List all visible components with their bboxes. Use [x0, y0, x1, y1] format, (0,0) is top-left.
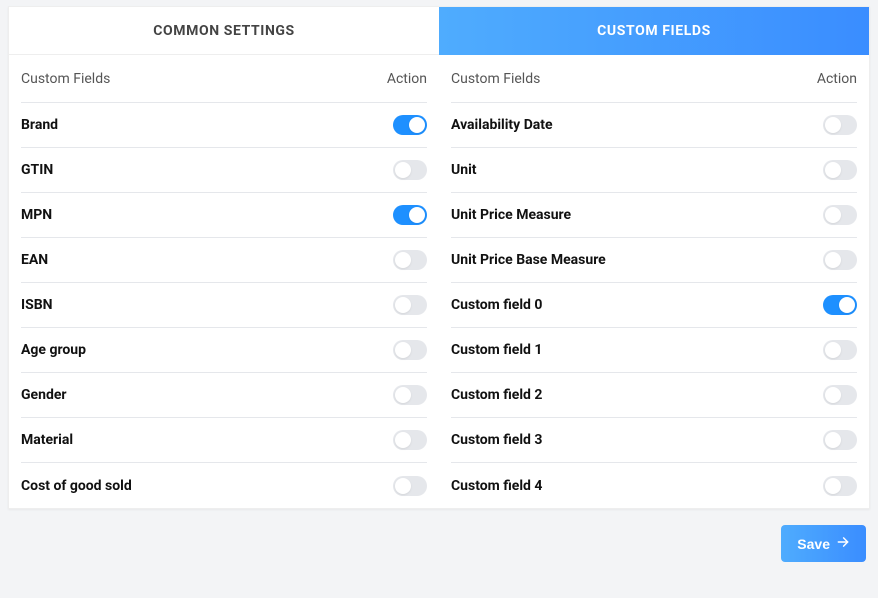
field-label: Custom field 0 [451, 297, 542, 313]
toggle-knob [395, 478, 411, 494]
field-label: Custom field 4 [451, 478, 542, 494]
left-column-header: Custom Fields Action [21, 55, 427, 103]
field-row: Unit Price Measure [451, 193, 857, 238]
field-row: Custom field 2 [451, 373, 857, 418]
field-row: Brand [21, 103, 427, 148]
field-label: ISBN [21, 297, 53, 313]
toggle-knob [825, 387, 841, 403]
settings-card: COMMON SETTINGS CUSTOM FIELDS Custom Fie… [8, 6, 870, 509]
col-header-action: Action [387, 71, 427, 87]
toggle[interactable] [393, 340, 427, 360]
toggle[interactable] [823, 476, 857, 496]
toggle[interactable] [393, 160, 427, 180]
toggle[interactable] [393, 385, 427, 405]
field-label: Cost of good sold [21, 478, 132, 494]
toggle-knob [825, 162, 841, 178]
toggle-knob [825, 252, 841, 268]
toggle[interactable] [393, 476, 427, 496]
field-row: EAN [21, 238, 427, 283]
field-label: Unit [451, 162, 477, 178]
field-label: MPN [21, 207, 52, 223]
field-row: Custom field 4 [451, 463, 857, 508]
toggle[interactable] [823, 295, 857, 315]
field-row: Custom field 0 [451, 283, 857, 328]
field-label: Brand [21, 117, 58, 133]
field-label: EAN [21, 252, 48, 268]
toggle[interactable] [823, 385, 857, 405]
toggle-knob [825, 207, 841, 223]
toggle[interactable] [393, 430, 427, 450]
field-row: Unit [451, 148, 857, 193]
toggle[interactable] [393, 205, 427, 225]
field-label: Material [21, 432, 73, 448]
toggle-knob [395, 432, 411, 448]
field-row: Cost of good sold [21, 463, 427, 508]
toggle-knob [825, 342, 841, 358]
field-label: GTIN [21, 162, 53, 178]
tab-custom-fields[interactable]: CUSTOM FIELDS [439, 7, 869, 55]
toggle[interactable] [823, 115, 857, 135]
field-label: Custom field 1 [451, 342, 542, 358]
field-label: Availability Date [451, 117, 553, 133]
field-row: Unit Price Base Measure [451, 238, 857, 283]
tabs: COMMON SETTINGS CUSTOM FIELDS [9, 7, 869, 55]
field-label: Custom field 2 [451, 387, 542, 403]
field-row: ISBN [21, 283, 427, 328]
field-row: MPN [21, 193, 427, 238]
toggle[interactable] [823, 430, 857, 450]
toggle-knob [395, 162, 411, 178]
tab-common-settings[interactable]: COMMON SETTINGS [9, 7, 439, 55]
toggle-knob [825, 478, 841, 494]
field-row: Availability Date [451, 103, 857, 148]
footer: Save [0, 509, 878, 572]
toggle-knob [395, 297, 411, 313]
field-row: Material [21, 418, 427, 463]
toggle-knob [825, 117, 841, 133]
toggle[interactable] [393, 115, 427, 135]
field-row: Custom field 3 [451, 418, 857, 463]
toggle[interactable] [823, 160, 857, 180]
field-row: Age group [21, 328, 427, 373]
left-column: Custom Fields Action Brand GTIN MPN EAN ISBN… [9, 55, 439, 508]
field-row: Custom field 1 [451, 328, 857, 373]
field-label: Unit Price Base Measure [451, 252, 606, 268]
toggle-knob [409, 117, 425, 133]
field-label: Age group [21, 342, 86, 358]
toggle[interactable] [393, 250, 427, 270]
toggle-knob [409, 207, 425, 223]
field-label: Gender [21, 387, 67, 403]
field-label: Unit Price Measure [451, 207, 571, 223]
toggle[interactable] [823, 340, 857, 360]
field-row: Gender [21, 373, 427, 418]
col-header-field: Custom Fields [21, 71, 110, 87]
toggle[interactable] [823, 250, 857, 270]
col-header-field: Custom Fields [451, 71, 540, 87]
toggle[interactable] [823, 205, 857, 225]
toggle-knob [395, 252, 411, 268]
toggle-knob [825, 432, 841, 448]
field-row: GTIN [21, 148, 427, 193]
toggle-knob [395, 342, 411, 358]
right-column: Custom Fields Action Availability Date Un… [439, 55, 869, 508]
col-header-action: Action [817, 71, 857, 87]
field-label: Custom field 3 [451, 432, 542, 448]
toggle-knob [839, 297, 855, 313]
save-button-label: Save [797, 536, 830, 552]
save-button[interactable]: Save [781, 525, 866, 562]
right-column-header: Custom Fields Action [451, 55, 857, 103]
toggle[interactable] [393, 295, 427, 315]
toggle-knob [395, 387, 411, 403]
arrow-right-icon [836, 535, 850, 552]
